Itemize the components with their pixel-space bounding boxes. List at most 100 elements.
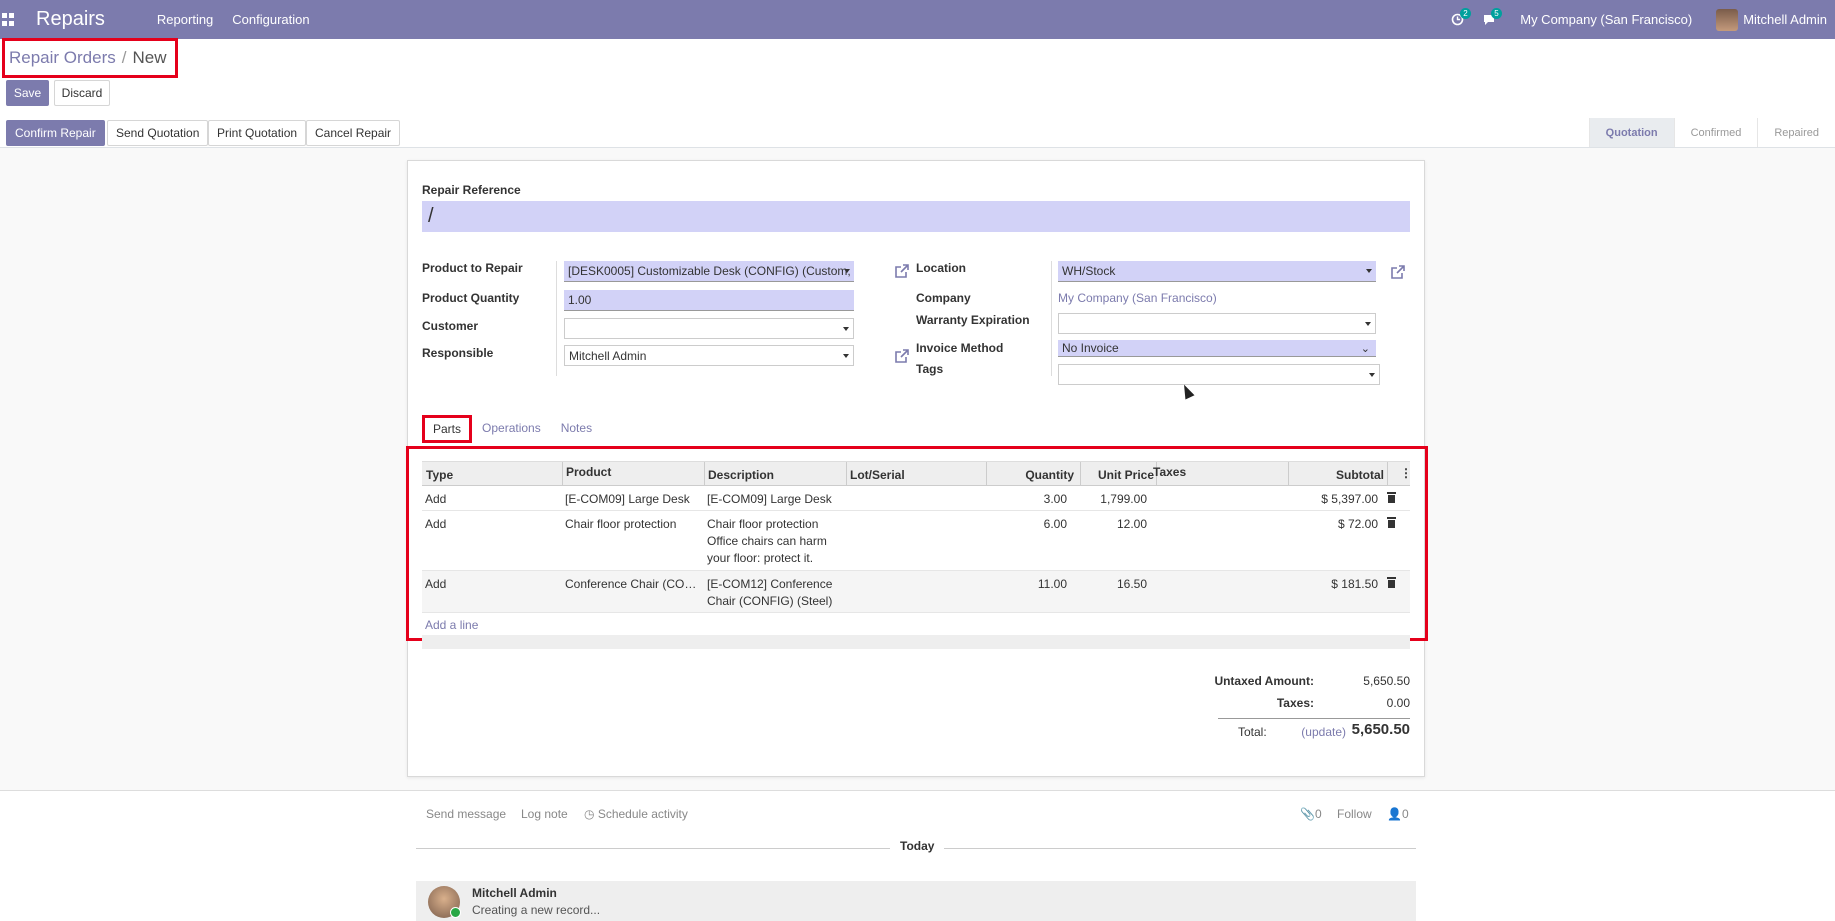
totals-divider: [1218, 718, 1410, 719]
chevron-down-icon: [843, 327, 849, 331]
followers-count: 0: [1401, 807, 1409, 821]
save-button[interactable]: Save: [6, 80, 49, 106]
log-note-button[interactable]: Log note: [521, 807, 568, 821]
invoice-method-label: Invoice Method: [916, 341, 1004, 355]
trash-icon[interactable]: [1387, 517, 1396, 528]
column-options-icon[interactable]: ⋮: [1400, 466, 1412, 480]
stage-quotation[interactable]: Quotation: [1588, 118, 1674, 147]
cell-description: [E-COM09] Large Desk: [707, 492, 832, 506]
tags-field[interactable]: [1058, 364, 1380, 385]
paperclip-icon: 📎: [1300, 807, 1315, 821]
trash-icon[interactable]: [1387, 577, 1396, 588]
external-link-icon[interactable]: [894, 348, 910, 364]
col-unit-price[interactable]: Unit Price: [1084, 468, 1154, 482]
location-value: WH/Stock: [1062, 264, 1116, 278]
stage-confirmed[interactable]: Confirmed: [1673, 118, 1758, 147]
messages-count-badge: 5: [1491, 8, 1502, 19]
product-quantity-field[interactable]: 1.00: [564, 290, 854, 311]
breadcrumb-current: New: [132, 48, 167, 67]
external-link-icon[interactable]: [894, 263, 910, 279]
company-label: Company: [916, 291, 971, 305]
chevron-down-icon: [843, 354, 849, 358]
print-quotation-button[interactable]: Print Quotation: [208, 120, 307, 146]
description-line: Chair (CONFIG) (Steel): [707, 594, 833, 608]
cell-description: Chair floor protection Office chairs can…: [707, 516, 827, 567]
follow-button[interactable]: Follow: [1337, 807, 1372, 821]
untaxed-amount-value: 5,650.50: [1363, 674, 1410, 688]
send-quotation-button[interactable]: Send Quotation: [107, 120, 209, 146]
main-menu: Reporting Configuration: [157, 12, 310, 27]
external-link-icon[interactable]: [1390, 264, 1406, 280]
right-group-divider: [1051, 261, 1052, 376]
col-subtotal[interactable]: Subtotal: [1292, 468, 1384, 482]
confirm-repair-button[interactable]: Confirm Repair: [6, 120, 105, 146]
clock-icon: ◷: [584, 807, 595, 821]
table-row[interactable]: Add [E-COM09] Large Desk [E-COM09] Large…: [422, 486, 1410, 511]
control-panel: Repair Orders / New Save Discard Confirm…: [0, 38, 1835, 148]
message-body: Creating a new record...: [472, 903, 601, 917]
description-line: [E-COM12] Conference: [707, 577, 833, 591]
parts-table: Type Product Description Lot/Serial Quan…: [422, 461, 1412, 649]
cell-unit-price: 1,799.00: [1100, 492, 1147, 506]
tab-notes[interactable]: Notes: [551, 415, 602, 443]
customer-field[interactable]: [564, 318, 854, 339]
apps-menu-icon[interactable]: [2, 12, 16, 27]
cell-product: [E-COM09] Large Desk: [565, 492, 690, 506]
user-avatar: [1716, 8, 1739, 31]
cell-subtotal: $ 72.00: [1337, 517, 1378, 531]
stage-repaired[interactable]: Repaired: [1757, 118, 1835, 147]
col-type[interactable]: Type: [426, 468, 453, 482]
table-row[interactable]: Add Chair floor protection Chair floor p…: [422, 511, 1410, 571]
cell-subtotal: $ 5,397.00: [1321, 492, 1378, 506]
breadcrumb-repair-orders[interactable]: Repair Orders: [9, 48, 116, 68]
app-title[interactable]: Repairs: [36, 8, 105, 31]
repair-reference-field[interactable]: /: [422, 201, 1410, 232]
tab-parts[interactable]: Parts: [422, 415, 473, 443]
menu-configuration[interactable]: Configuration: [232, 12, 309, 27]
product-to-repair-field[interactable]: [DESK0005] Customizable Desk (CONFIG) (C…: [564, 261, 854, 282]
followers-button[interactable]: 👤0: [1387, 807, 1409, 821]
cell-quantity: 11.00: [1037, 577, 1067, 591]
form-sheet: Repair Reference / Product to Repair Pro…: [406, 160, 1428, 777]
tab-operations[interactable]: Operations: [472, 415, 551, 443]
navbar-systray: 2 5 My Company (San Francisco) Mitchell …: [1451, 0, 1827, 39]
activity-count-badge: 2: [1460, 8, 1471, 19]
tags-label: Tags: [916, 362, 944, 376]
avatar[interactable]: [428, 886, 461, 918]
add-a-line-link[interactable]: Add a line: [425, 618, 478, 632]
chevron-down-icon: [844, 269, 850, 273]
col-product[interactable]: Product: [566, 465, 611, 479]
table-row[interactable]: Add Conference Chair (CO… [E-COM12] Conf…: [422, 571, 1410, 613]
messages-icon[interactable]: 5: [1482, 8, 1502, 26]
col-quantity[interactable]: Quantity: [990, 468, 1074, 482]
responsible-field[interactable]: Mitchell Admin: [564, 345, 854, 366]
schedule-activity-button[interactable]: ◷ Schedule activity: [584, 807, 688, 821]
invoice-method-field[interactable]: No Invoice ⌄: [1058, 340, 1376, 357]
add-line-row: Add a line: [422, 613, 1410, 635]
location-label: Location: [916, 261, 966, 275]
message-author[interactable]: Mitchell Admin: [472, 886, 557, 900]
chatter-message: Mitchell Admin Creating a new record...: [416, 881, 1416, 921]
send-message-button[interactable]: Send message: [426, 807, 506, 821]
notebook-tabs: Parts Operations Notes: [422, 415, 602, 443]
activity-icon[interactable]: 2: [1451, 8, 1471, 26]
attachments-button[interactable]: 📎0: [1300, 807, 1322, 821]
col-taxes[interactable]: Taxes: [1153, 465, 1186, 479]
discard-button[interactable]: Discard: [54, 80, 110, 106]
company-value[interactable]: My Company (San Francisco): [1058, 291, 1217, 305]
user-menu[interactable]: Mitchell Admin: [1716, 8, 1827, 31]
cancel-repair-button[interactable]: Cancel Repair: [306, 120, 401, 146]
responsible-value: Mitchell Admin: [569, 349, 647, 363]
col-description[interactable]: Description: [708, 468, 774, 482]
trash-icon[interactable]: [1387, 492, 1396, 503]
warranty-expiration-label: Warranty Expiration: [916, 313, 1030, 327]
chevron-down-icon: [1369, 373, 1375, 377]
col-lot-serial[interactable]: Lot/Serial: [850, 468, 905, 482]
invoice-method-value: No Invoice: [1062, 341, 1119, 355]
menu-reporting[interactable]: Reporting: [157, 12, 213, 27]
chevron-down-icon: [1366, 269, 1372, 273]
location-field[interactable]: WH/Stock: [1058, 261, 1376, 282]
company-switcher[interactable]: My Company (San Francisco): [1520, 12, 1692, 27]
total-value: 5,650.50: [1351, 721, 1410, 738]
warranty-expiration-field[interactable]: [1058, 313, 1376, 334]
